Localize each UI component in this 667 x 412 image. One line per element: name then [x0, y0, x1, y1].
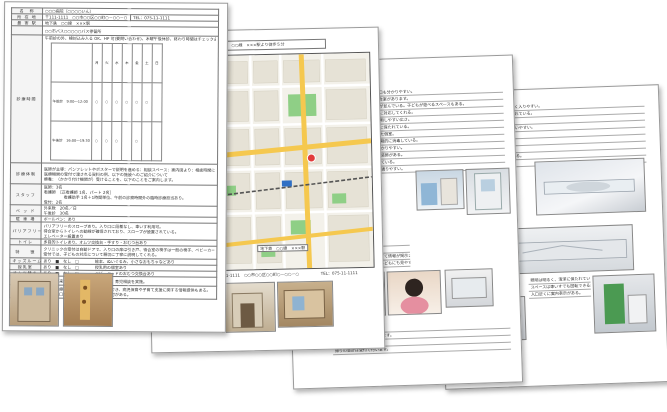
barrier-free-label: バリアフリー [9, 221, 42, 239]
consult-label: 診療体制 [10, 162, 42, 184]
map-legend: 地下鉄 ○○線 ×××駅 [257, 244, 309, 253]
document-page-1-facility-form: 名 称 ○○○病院（○○○○いん） 所 在 地 〒111-1111 ○○市○○区… [1, 1, 229, 333]
hours-mark: ○ [131, 121, 142, 161]
hours-mark [141, 121, 152, 161]
map-footer-tel: TEL：075-11-1111 [320, 270, 358, 276]
photo-child-2 [386, 269, 442, 316]
map-graphic [213, 52, 374, 271]
beds-label: ベ ッ ド [10, 204, 42, 216]
table-row: 診療体制 医師が主導：パンフレットやポスターで説明を進める：相談スペース：案内図… [10, 162, 218, 186]
hours-mark: ○ [131, 82, 142, 122]
access-map: 地下鉄 ○○線 ×××駅 [212, 51, 375, 272]
staff-label: スタッフ [10, 183, 42, 205]
photo-exam-room [444, 268, 494, 308]
hours-mark [151, 121, 162, 161]
photo-reception [415, 169, 465, 211]
photo-waiting-room [276, 280, 334, 328]
hours-cell: 午前診の外、検討込み入る OK、HP 可(要問い合わせ)、木曜午後休診、終わり時… [41, 34, 219, 165]
hours-head-cell: 木 [121, 43, 133, 83]
photo-giraffe-wall [62, 272, 114, 327]
hours-head-cell: 金 [131, 43, 143, 83]
hours-mark [121, 121, 132, 161]
hours-mark: ○ [121, 82, 132, 122]
hours-mark: ○ [111, 121, 122, 161]
hours-head-cell: 水 [111, 43, 123, 83]
table-row: スタッフ 医師：3名 看護師 ［正看護師 1名、パート 2名］ 看護助手 1名＋… [10, 183, 218, 207]
photo-sink [534, 157, 647, 216]
hours-head-cell: 火 [101, 43, 113, 83]
hours-label: 診療時間 [10, 34, 43, 163]
photo-nursing-room [592, 273, 657, 334]
hours-head-cell: 日 [151, 43, 163, 83]
hours-head-cell: 土 [141, 43, 153, 83]
map-footer-address: 〒111-1111 ○○市○○区○○町○－○○－○ [216, 271, 299, 279]
photo-hallway [465, 167, 511, 215]
photo-building [8, 272, 60, 327]
beds-cell: 外来数 20名／日 午後診 30名 [41, 204, 218, 218]
empty-label [11, 25, 43, 35]
photo-changing-table [500, 224, 635, 275]
hours-head-cell [51, 43, 93, 83]
hours-mark: ○ [101, 82, 112, 122]
hours-table-head: 月 火 水 木 金 土 日 [51, 43, 163, 83]
hours-mark [151, 82, 162, 122]
hours-mark: ○ [111, 82, 122, 122]
table-row: 診療時間 午前診の外、検討込み入る OK、HP 可(要問い合わせ)、木曜午後休診… [10, 34, 219, 165]
hours-table: 月 火 水 木 金 土 日 午前診 9:00～12:00 ○ ○ ○ ○ ○ ○… [50, 43, 163, 162]
staff-cell: 医師：3名 看護師 ［正看護師 1名、パート 2名］ 看護助手 1名＋1時間単位… [41, 183, 218, 207]
hours-row-afternoon: 午後診 16:00～19:30 ○ ○ ○ ○ [50, 121, 162, 161]
features-cell: クリニックの受付は自動ドアで、入り口の扉は引き戸、待合室の椅子は一般の椅子、ベビ… [40, 244, 217, 260]
hours-mark: ○ [101, 121, 112, 161]
page4-line: 入口近くに案内表示がある。 [528, 289, 592, 299]
consult-cell: 医師が主導：パンフレットやポスターで説明を進める：相談スペース：案内図より：相談… [41, 162, 218, 186]
facility-info-table: 名 称 ○○○病院（○○○○いん） 所 在 地 〒111-1111 ○○市○○区… [9, 7, 219, 300]
page1-photo-strip [8, 272, 217, 327]
hours-mark: ○ [141, 82, 152, 122]
hours-mark: ○ [91, 121, 102, 161]
hours-note: 午前診の外、検討込み入る OK、HP 可(要問い合わせ)、木曜午後休診、終わり時… [44, 35, 216, 42]
hours-row-morning: 午前診 9:00～12:00 ○ ○ ○ ○ ○ ○ [50, 82, 162, 122]
features-label: 特 徴 [9, 244, 41, 258]
page4-caption-block: 照明は明るく、清潔に保たれている。 スペースは車いすでも回転できる広さ。 入口近… [528, 275, 592, 299]
consult-line: 療養：（かかり付け機関が）受けることを、以下のことをご案内します。 [43, 176, 176, 182]
table-row: バリアフリー バリアフリーのスロープあり。入り口に段差なし、車いす利用可。 待合… [9, 221, 218, 241]
hours-row-label: 午前診 9:00～12:00 [50, 82, 92, 122]
hours-head-cell: 月 [91, 43, 103, 83]
kids-room-label: キッズルーム [9, 257, 41, 264]
hours-row-label: 午後診 16:00～19:30 [50, 121, 92, 161]
photo-entrance [220, 281, 276, 333]
hours-mark: ○ [91, 82, 102, 122]
barrier-free-cell: バリアフリーのスロープあり。入り口に段差なし、車いす利用可。 待合室からトイレへ… [40, 221, 218, 241]
